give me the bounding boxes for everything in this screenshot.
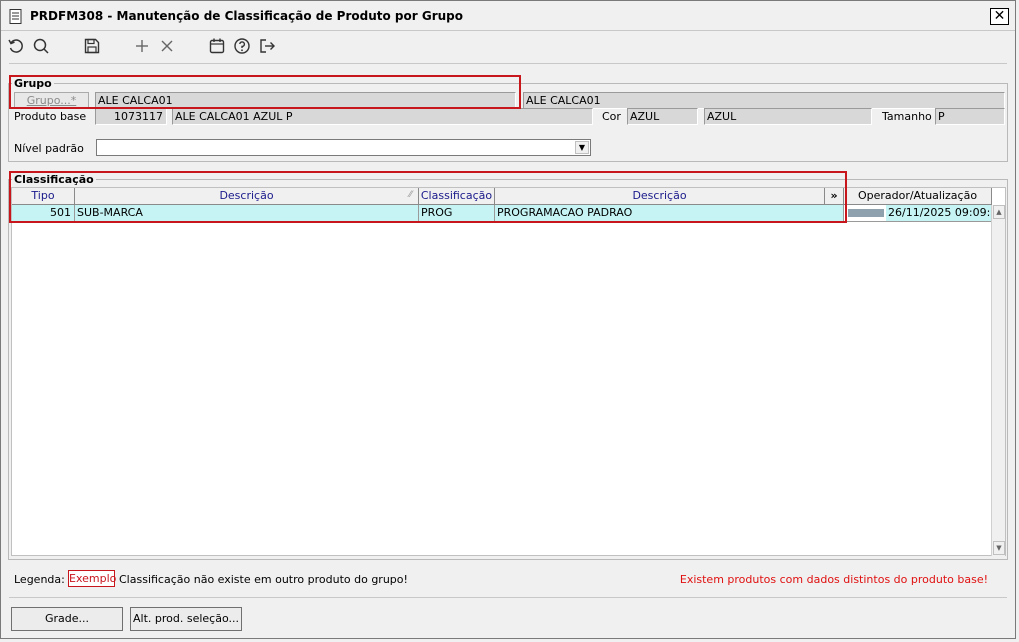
classificacao-highlight-box [9, 171, 847, 223]
main-window: PRDFM308 - Manutenção de Classificação d… [0, 0, 1016, 639]
legend-row: Legenda: Exemplo Classificação não exist… [11, 567, 1006, 591]
column-header-operador[interactable]: Operador/Atualização [844, 188, 992, 205]
distinct-data-warning: Existem produtos com dados distintos do … [679, 573, 988, 586]
produto-base-code-field: 1073117 [95, 108, 167, 125]
operador-redacted [848, 209, 884, 217]
cor-label: Cor [602, 110, 621, 123]
cell-atualizacao[interactable]: 26/11/2025 09:09:28 [886, 205, 992, 222]
scroll-down-icon[interactable]: ▼ [993, 541, 1005, 555]
nivel-padrao-label: Nível padrão [14, 142, 84, 155]
search-icon[interactable] [32, 37, 52, 55]
nivel-padrao-select[interactable]: ▼ [96, 139, 591, 156]
close-button[interactable]: ✕ [990, 8, 1009, 25]
calendar-icon[interactable] [208, 37, 228, 55]
scroll-up-icon[interactable]: ▲ [993, 205, 1005, 219]
legend-example: Exemplo [68, 570, 117, 587]
cell-operador[interactable] [844, 205, 886, 222]
delete-icon[interactable] [158, 37, 178, 55]
grupo-highlight-box [9, 75, 521, 109]
chevron-down-icon[interactable]: ▼ [575, 141, 589, 154]
undo-icon[interactable] [7, 37, 27, 55]
help-icon[interactable] [233, 37, 253, 55]
add-icon[interactable] [133, 37, 153, 55]
grupo-description-field: ALE CALCA01 [523, 92, 1005, 109]
toolbar [1, 32, 1015, 60]
grade-button[interactable]: Grade... [11, 607, 123, 631]
bottom-separator [9, 597, 1007, 598]
legend-label: Legenda: [14, 573, 65, 586]
tamanho-field: P [935, 108, 1005, 125]
toolbar-separator [9, 63, 1007, 64]
cor-desc-field: AZUL [704, 108, 872, 125]
tamanho-label: Tamanho [882, 110, 932, 123]
vertical-scrollbar[interactable]: ▲ ▼ [991, 205, 1005, 556]
cor-code-field: AZUL [627, 108, 698, 125]
classificacao-grid: Tipo Descrição ⁄⁄ Classificação Descriçã… [11, 187, 1006, 556]
window-title: PRDFM308 - Manutenção de Classificação d… [30, 9, 463, 23]
alt-prod-selecao-button[interactable]: Alt. prod. seleção... [130, 607, 242, 631]
document-icon [9, 9, 22, 24]
save-icon[interactable] [83, 37, 103, 55]
legend-example-text: Classificação não existe em outro produt… [119, 573, 408, 586]
exit-icon[interactable] [258, 37, 278, 55]
produto-base-desc-field: ALE CALCA01 AZUL P [172, 108, 593, 125]
produto-base-label: Produto base [14, 110, 87, 123]
title-bar: PRDFM308 - Manutenção de Classificação d… [1, 1, 1015, 31]
